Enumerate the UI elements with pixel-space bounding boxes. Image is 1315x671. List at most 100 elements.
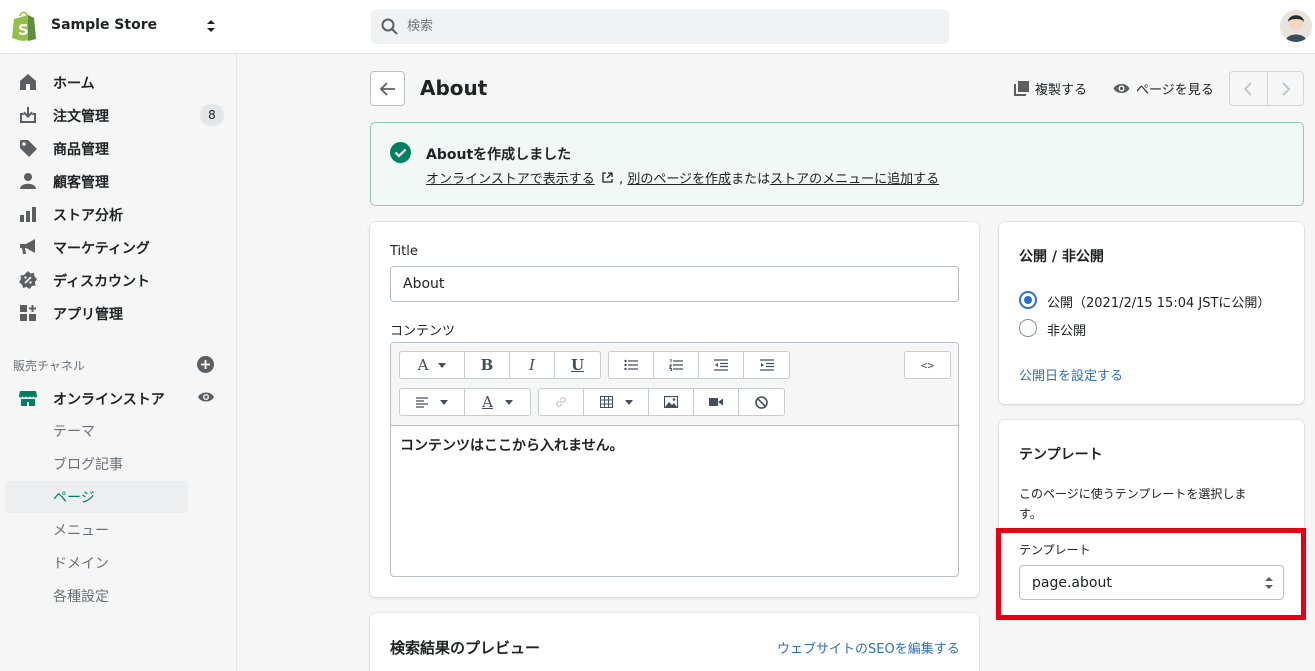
- sidebar-subitem-domains[interactable]: ドメイン: [53, 553, 109, 573]
- sidebar-subitem-preferences[interactable]: 各種設定: [53, 586, 109, 606]
- sidebar-item-label: ストア分析: [53, 208, 123, 224]
- clear-format-icon: [755, 395, 768, 409]
- sidebar-item-customers[interactable]: 顧客管理: [0, 164, 236, 197]
- caret-down-icon: [440, 399, 448, 405]
- sidebar-item-label: ディスカウント: [53, 274, 151, 290]
- page-content-card: Title About コンテンツ A B I U <> A コンテンツはここか…: [370, 222, 979, 597]
- template-heading: テンプレート: [1019, 447, 1103, 463]
- hidden-option-label[interactable]: 非公開: [1047, 320, 1086, 339]
- arrow-left-icon: [379, 82, 395, 96]
- sidebar-subitem-menu[interactable]: メニュー: [53, 520, 109, 540]
- sidebar-item-label: 顧客管理: [53, 175, 109, 191]
- bullet-list-icon: [624, 359, 638, 371]
- search-input[interactable]: [407, 9, 927, 44]
- insert-video-button[interactable]: [694, 389, 739, 415]
- visible-option-label[interactable]: 公開（2021/2/15 15:04 JSTに公開）: [1047, 292, 1270, 311]
- align-color-group: A: [399, 388, 531, 416]
- create-another-page-link[interactable]: 別のページを作成: [627, 172, 731, 187]
- sidebar-subitem-themes[interactable]: テーマ: [53, 421, 95, 441]
- sidebar-subitem-blog[interactable]: ブログ記事: [53, 454, 123, 474]
- table-button[interactable]: [584, 389, 649, 415]
- sidebar-item-label: アプリ管理: [53, 307, 123, 323]
- font-style-button[interactable]: A: [400, 352, 465, 378]
- hidden-radio[interactable]: [1019, 319, 1037, 337]
- chevron-left-icon[interactable]: [1243, 82, 1253, 96]
- megaphone-icon: [20, 239, 35, 254]
- link-icon: [555, 396, 567, 408]
- sidebar-item-label: マーケティング: [53, 241, 150, 257]
- pager-divider: [1267, 72, 1268, 105]
- sidebar-item-online-store[interactable]: オンラインストア: [0, 381, 236, 414]
- duplicate-label: 複製する: [1035, 83, 1088, 98]
- sidebar-item-marketing[interactable]: マーケティング: [0, 230, 236, 263]
- chevron-updown-icon[interactable]: [204, 16, 218, 36]
- set-visibility-date-link[interactable]: 公開日を設定する: [1019, 365, 1123, 384]
- banner-separator: ,: [619, 172, 624, 187]
- edit-seo-link[interactable]: ウェブサイトのSEOを編集する: [777, 638, 960, 657]
- content-label: コンテンツ: [390, 324, 456, 339]
- italic-button[interactable]: I: [510, 352, 555, 378]
- sidebar-item-discounts[interactable]: ディスカウント: [0, 263, 236, 296]
- sidebar-item-orders[interactable]: 注文管理 8: [0, 98, 236, 131]
- indent-button[interactable]: [744, 352, 789, 378]
- sidebar-item-label: ホーム: [53, 76, 95, 92]
- insert-image-button[interactable]: [649, 389, 694, 415]
- title-input[interactable]: About: [390, 266, 959, 302]
- eye-icon[interactable]: [197, 390, 215, 404]
- chevron-right-icon[interactable]: [1281, 82, 1291, 96]
- numbered-list-button[interactable]: [654, 352, 699, 378]
- bold-button[interactable]: B: [465, 352, 510, 378]
- avatar[interactable]: [1280, 10, 1312, 42]
- caret-down-icon: [624, 399, 633, 405]
- show-html-button[interactable]: <>: [905, 352, 950, 378]
- store-icon: [19, 391, 37, 406]
- numbered-list-icon: [669, 359, 683, 371]
- add-channel-icon[interactable]: [197, 356, 214, 373]
- sidebar-subitem-pages[interactable]: ページ: [53, 487, 95, 507]
- text-format-group: A B I U: [399, 351, 601, 379]
- sidebar-item-apps[interactable]: アプリ管理: [0, 296, 236, 329]
- sales-channels-heading: 販売チャネル: [13, 359, 85, 373]
- page-title: About: [420, 76, 488, 100]
- outdent-icon: [714, 359, 728, 371]
- title-label: Title: [390, 244, 418, 259]
- visibility-heading: 公開 / 非公開: [1019, 249, 1104, 265]
- back-button[interactable]: [370, 71, 405, 106]
- align-button[interactable]: [400, 389, 465, 415]
- orders-icon: [20, 107, 36, 123]
- bullet-list-button[interactable]: [609, 352, 654, 378]
- search-bar[interactable]: [371, 9, 949, 44]
- store-name[interactable]: Sample Store: [51, 17, 157, 33]
- annotation-highlight-box: [996, 528, 1306, 620]
- eye-icon: [1113, 84, 1130, 93]
- seo-card: 検索結果のプレビュー ウェブサイトのSEOを編集する: [370, 613, 979, 671]
- customer-icon: [20, 173, 36, 189]
- image-icon: [664, 396, 678, 408]
- template-description: このページに使うテンプレートを選択します。: [1019, 487, 1247, 521]
- sidebar-item-label: 商品管理: [53, 142, 109, 158]
- sidebar-item-products[interactable]: 商品管理: [0, 131, 236, 164]
- clear-formatting-button[interactable]: [739, 389, 784, 415]
- sidebar-item-analytics[interactable]: ストア分析: [0, 197, 236, 230]
- shopify-logo[interactable]: S: [11, 11, 37, 41]
- caret-down-icon: [438, 362, 447, 368]
- discount-icon: [19, 271, 37, 289]
- align-left-icon: [416, 396, 428, 408]
- text-color-button[interactable]: A: [465, 389, 530, 415]
- editor-content[interactable]: コンテンツはここから入れません。: [400, 435, 624, 455]
- sidebar-item-home[interactable]: ホーム: [0, 65, 236, 98]
- link-button[interactable]: [539, 389, 584, 415]
- visible-radio[interactable]: [1019, 291, 1037, 309]
- table-icon: [599, 396, 613, 408]
- view-online-store-link[interactable]: オンラインストアで表示する: [426, 172, 595, 187]
- external-link-icon: [602, 172, 613, 183]
- underline-button[interactable]: U: [555, 352, 600, 378]
- outdent-button[interactable]: [699, 352, 744, 378]
- add-to-menu-link[interactable]: ストアのメニューに追加する: [770, 172, 939, 187]
- duplicate-button[interactable]: 複製する: [1014, 79, 1087, 98]
- svg-text:S: S: [18, 21, 29, 39]
- rich-text-editor: A B I U <> A コンテンツはここから入れません。: [390, 342, 959, 577]
- view-page-button[interactable]: ページを見る: [1113, 79, 1214, 98]
- pagination: [1229, 71, 1304, 106]
- insert-group: [538, 388, 785, 416]
